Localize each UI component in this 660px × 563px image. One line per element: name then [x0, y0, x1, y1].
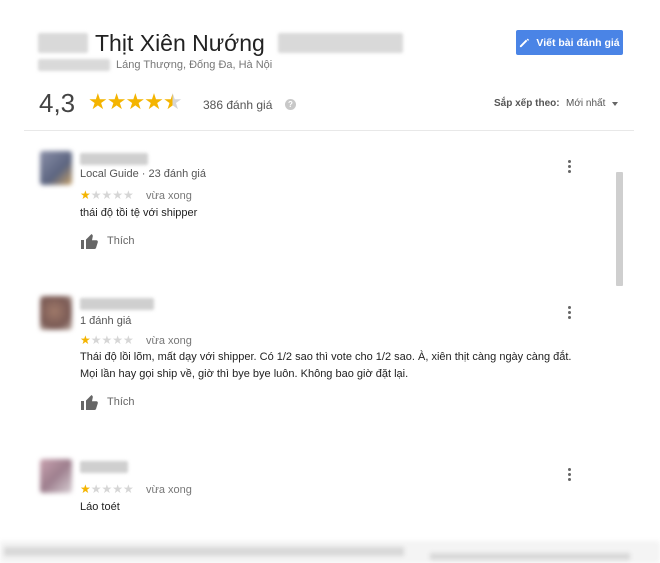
more-options-icon[interactable] — [566, 306, 572, 319]
review-stars: ★★★★★ — [80, 482, 134, 496]
more-options-icon[interactable] — [566, 468, 572, 481]
review-stars: ★★★★★ — [80, 333, 134, 347]
help-icon[interactable]: ? — [285, 99, 296, 110]
sort-dropdown[interactable]: Mới nhất — [566, 98, 605, 109]
thumbs-up-icon — [81, 234, 98, 249]
review-time: vừa xong — [146, 484, 192, 496]
write-review-button[interactable]: Viết bài đánh giá — [516, 30, 623, 55]
review-text: thái độ tồi tệ với shipper — [80, 207, 198, 219]
avatar[interactable] — [40, 459, 72, 493]
header-divider — [24, 130, 634, 131]
average-rating-stars: ★★★★★ — [88, 89, 183, 114]
like-button[interactable]: Thích — [80, 393, 135, 411]
like-label: Thích — [107, 396, 135, 408]
pencil-icon — [520, 38, 530, 48]
thumbs-up-icon — [81, 395, 98, 410]
reviewer-meta: 1 đánh giá — [80, 315, 132, 327]
review-stars: ★★★★★ — [80, 188, 134, 202]
reviewer-name-blurred[interactable] — [80, 298, 154, 310]
avatar[interactable] — [40, 296, 72, 330]
review-time: vừa xong — [146, 335, 192, 347]
blurred-background-text — [430, 553, 630, 560]
place-title: Thịt Xiên Nướng — [95, 30, 265, 56]
reviewer-name-blurred[interactable] — [80, 153, 148, 165]
review-time: vừa xong — [146, 190, 192, 202]
reviewer-meta: Local Guide · 23 đánh giá — [80, 168, 206, 180]
like-button[interactable]: Thích — [80, 232, 135, 250]
review-count: 386 đánh giá — [203, 98, 273, 112]
review-text-line2: Mọi lần hay gọi ship về, giờ thì bye bye… — [80, 368, 409, 380]
blurred-name-suffix — [278, 33, 403, 53]
sort-label: Sắp xếp theo: — [494, 98, 560, 109]
blurred-background-text — [4, 547, 404, 556]
blurred-name-prefix — [38, 33, 88, 53]
more-options-icon[interactable] — [566, 160, 572, 173]
review-text: Thái độ lồi lõm, mất dạy với shipper. Có… — [80, 351, 572, 363]
avatar[interactable] — [40, 151, 72, 185]
scrollbar-thumb[interactable] — [616, 172, 623, 286]
blurred-address-prefix — [38, 59, 110, 71]
place-address: Láng Thượng, Đống Đa, Hà Nội — [116, 59, 273, 71]
chevron-down-icon[interactable] — [612, 102, 618, 106]
review-text: Láo toét — [80, 501, 120, 513]
write-review-label: Viết bài đánh giá — [536, 36, 620, 49]
reviewer-name-blurred[interactable] — [80, 461, 128, 473]
like-label: Thích — [107, 235, 135, 247]
average-rating: 4,3 — [39, 88, 76, 118]
